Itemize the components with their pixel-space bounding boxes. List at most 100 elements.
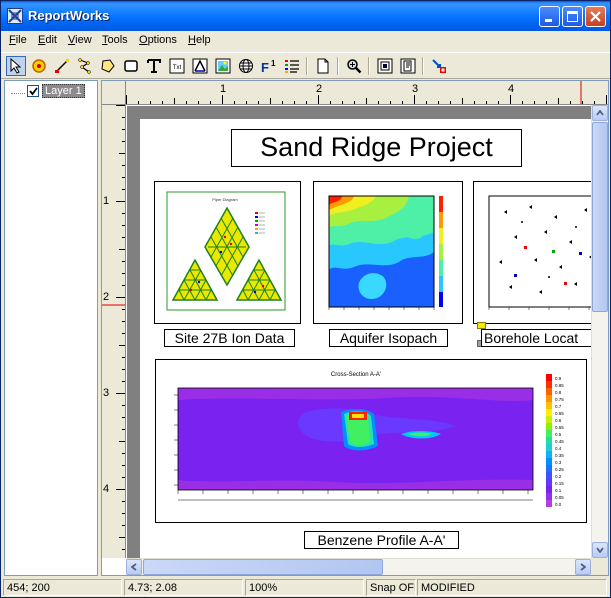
caption-aquifer-isopach[interactable]: Aquifer Isopach: [329, 329, 448, 347]
menu-edit[interactable]: Edit: [38, 34, 57, 46]
canvas-viewport[interactable]: Sand Ridge Project Piper Diagram Site 27…: [127, 106, 591, 558]
vruler-label-1: 1: [103, 195, 110, 207]
polyline-icon[interactable]: [75, 56, 95, 76]
layer-row[interactable]: Layer 1: [11, 84, 85, 98]
vertical-scrollbar[interactable]: [591, 105, 608, 558]
borehole-map-frame[interactable]: [473, 181, 591, 324]
toolbar-separator: [368, 57, 370, 75]
status-modified: MODIFIED: [417, 579, 607, 596]
menu-view[interactable]: View: [68, 34, 92, 46]
hruler-label-2: 2: [316, 83, 323, 95]
status-coordinates: 4.73; 2.08: [124, 579, 243, 596]
piper-diagram-frame[interactable]: Piper Diagram: [154, 181, 301, 324]
vruler-label-4: 4: [103, 483, 110, 495]
text-box-glyph: Txt: [173, 65, 182, 71]
line-icon[interactable]: [52, 56, 72, 76]
menu-options[interactable]: Options: [139, 34, 177, 46]
scroll-up-button[interactable]: [592, 105, 608, 121]
hruler-label-1: 1: [220, 83, 227, 95]
colorbar-label: 0.05: [555, 495, 564, 500]
menu-tools[interactable]: Tools: [102, 34, 128, 46]
colorbar-label: 0.25: [555, 467, 564, 472]
colorbar-swatch: [546, 423, 552, 430]
colorbar-swatch: [546, 381, 552, 388]
colorbar-label: 0.0: [555, 502, 562, 507]
scroll-left-button[interactable]: [126, 559, 142, 575]
cross-section-title: Cross-Section A-A': [331, 372, 381, 378]
borehole-location-map: [488, 195, 591, 310]
colorbar-label: 0.5: [555, 432, 562, 437]
cross-section-frame[interactable]: Cross-Section A-A' 0.9 0.85 0.8 0.75 0.7…: [155, 359, 587, 523]
menu-bar: File Edit View Tools Options Help: [1, 31, 610, 50]
horizontal-ruler[interactable]: 1 2 3 4: [126, 81, 608, 105]
colorbar-label: 0.15: [555, 481, 564, 486]
circle-icon[interactable]: [29, 56, 49, 76]
chevron-up-icon: [596, 110, 604, 116]
colorbar-label: 0.35: [555, 453, 564, 458]
caption-benzene-profile[interactable]: Benzene Profile A-A': [304, 531, 459, 549]
colorbar-label: 0.7: [555, 404, 562, 409]
hruler-label-3: 3: [412, 83, 419, 95]
colorbar-swatch: [546, 479, 552, 486]
colorbar-swatch: [546, 451, 552, 458]
menu-file[interactable]: File: [9, 34, 27, 46]
globe-icon[interactable]: [236, 56, 256, 76]
select-arrow-icon[interactable]: [6, 56, 26, 76]
caption-ion-data[interactable]: Site 27B Ion Data: [164, 329, 295, 347]
superscript-glyph: F: [261, 60, 269, 74]
toolbar-separator: [306, 57, 308, 75]
scroll-right-button[interactable]: [575, 559, 591, 575]
close-button[interactable]: [585, 6, 606, 27]
legend-icon[interactable]: [282, 56, 302, 76]
colorbar-swatch: [546, 444, 552, 451]
vertical-ruler[interactable]: 1 2 3 4: [102, 105, 126, 558]
layer-label[interactable]: Layer 1: [42, 84, 85, 98]
page-setup-icon[interactable]: [375, 56, 395, 76]
toolbar-separator: [337, 57, 339, 75]
vruler-label-2: 2: [103, 291, 110, 303]
menu-help[interactable]: Help: [188, 34, 211, 46]
isopach-map-frame[interactable]: [313, 181, 463, 324]
minimize-button[interactable]: [539, 6, 560, 27]
colorbar-label: 0.55: [555, 425, 564, 430]
caption-borehole-locations[interactable]: Borehole Locat: [481, 329, 591, 347]
superscript-icon[interactable]: F1: [259, 56, 279, 76]
layer-remove-icon[interactable]: [429, 56, 449, 76]
colorbar-label: 0.4: [555, 446, 562, 451]
vertical-scroll-thumb[interactable]: [592, 122, 608, 312]
colorbar-label: 0.65: [555, 411, 564, 416]
rectangle-icon[interactable]: [121, 56, 141, 76]
scroll-down-button[interactable]: [592, 542, 608, 558]
axis-icon[interactable]: [190, 56, 210, 76]
image-icon[interactable]: [213, 56, 233, 76]
report-page[interactable]: Sand Ridge Project Piper Diagram Site 27…: [140, 119, 591, 558]
colorbar-swatch: [546, 472, 552, 479]
status-bar: 454; 200 4.73; 2.08 100% Snap OFF MODIFI…: [1, 578, 610, 597]
text-icon[interactable]: [144, 56, 164, 76]
colorbar-swatch: [546, 437, 552, 444]
new-page-icon[interactable]: [313, 56, 333, 76]
layer-visibility-checkbox[interactable]: [27, 85, 39, 97]
colorbar-label: 0.9: [555, 376, 562, 381]
document-title[interactable]: Sand Ridge Project: [231, 129, 522, 167]
status-zoom: 100%: [245, 579, 364, 596]
selection-handle[interactable]: [477, 322, 486, 329]
zoom-icon[interactable]: [344, 56, 364, 76]
colorbar-swatch: [546, 409, 552, 416]
colorbar-label: 0.2: [555, 474, 562, 479]
colorbar-swatch: [546, 430, 552, 437]
text-box-icon[interactable]: Txt: [167, 56, 187, 76]
page-export-icon[interactable]: [398, 56, 418, 76]
colorbar-swatch: [546, 500, 552, 507]
layers-panel: Layer 1: [4, 80, 98, 576]
vruler-label-3: 3: [103, 387, 110, 399]
horizontal-scroll-thumb[interactable]: [143, 559, 383, 575]
ruler-corner: [102, 81, 126, 105]
colorbar-label: 0.1: [555, 488, 562, 493]
colorbar-label: 0.75: [555, 397, 564, 402]
maximize-button[interactable]: [562, 6, 583, 27]
chevron-right-icon: [580, 563, 586, 571]
title-bar[interactable]: ReportWorks: [1, 1, 610, 31]
polygon-icon[interactable]: [98, 56, 118, 76]
horizontal-scrollbar[interactable]: [126, 558, 591, 575]
